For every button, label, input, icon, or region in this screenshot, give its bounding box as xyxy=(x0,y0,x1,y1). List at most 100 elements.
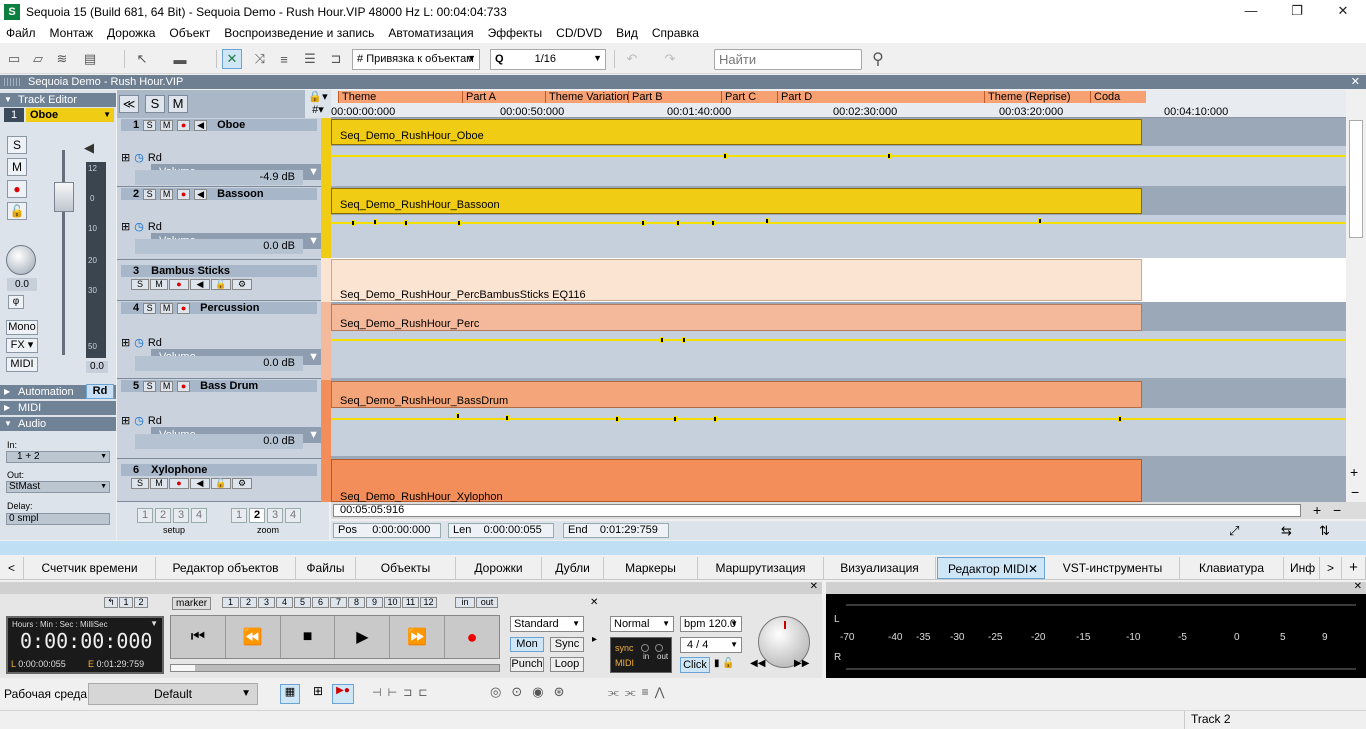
marker-part-a[interactable]: Part A xyxy=(462,91,545,103)
volume-automation-lane[interactable] xyxy=(331,408,1346,456)
tab-time-counter[interactable]: Счетчик времени xyxy=(24,557,156,579)
crossfade-icon[interactable]: ⤨ xyxy=(250,49,270,69)
close-small-icon[interactable]: ✕ xyxy=(590,597,598,608)
horizontal-scrollbar[interactable]: 00:05:05:916 + − xyxy=(331,502,1366,519)
metronome-icons[interactable]: ▮ 🔓 xyxy=(714,658,735,669)
in-button[interactable]: in xyxy=(455,597,475,608)
lane-percussion[interactable]: Seq_Demo_RushHour_Perc xyxy=(331,303,1346,331)
zoom-1[interactable]: 1 xyxy=(231,508,247,523)
rewind-icon[interactable]: ⏪ xyxy=(226,616,281,658)
tabs-left-icon[interactable]: < xyxy=(0,557,24,579)
setup-1[interactable]: 1 xyxy=(137,508,153,523)
end-field[interactable]: End 0:01:29:759 xyxy=(563,523,669,538)
lane-bass-drum[interactable]: Seq_Demo_RushHour_BassDrum xyxy=(331,380,1346,408)
mon-button[interactable]: Mon xyxy=(510,637,544,652)
layout-icon[interactable]: ▦ xyxy=(280,684,300,704)
track-editor-header[interactable]: Track Editor xyxy=(0,93,116,107)
punch-button[interactable]: Punch xyxy=(510,657,544,672)
tabs-right-icon[interactable]: > xyxy=(1320,557,1342,579)
volume-db-value[interactable]: 0.0 dB xyxy=(135,356,303,371)
auto-icon[interactable]: ◷ xyxy=(134,221,144,233)
menu-effects[interactable]: Эффекты xyxy=(488,26,543,40)
marker-coda[interactable]: Coda xyxy=(1090,91,1146,103)
redo-icon[interactable]: ↷ xyxy=(660,49,680,69)
close-button[interactable]: ✕ xyxy=(1320,0,1366,23)
envelope-point[interactable] xyxy=(887,153,891,159)
expand-icon[interactable]: ⊞ xyxy=(121,221,130,233)
audio-clip[interactable]: Seq_Demo_RushHour_Perc xyxy=(331,304,1142,331)
time-signature-select[interactable]: 4 / 4 ▼ xyxy=(680,637,742,653)
close-project-icon[interactable]: ✕ xyxy=(1351,75,1360,89)
envelope-point[interactable] xyxy=(404,220,408,226)
tab-keyboard[interactable]: Клавиатура xyxy=(1180,557,1284,579)
sync-button[interactable]: Sync xyxy=(550,637,584,652)
pan-knob[interactable] xyxy=(6,245,36,275)
stop-icon[interactable]: ■ xyxy=(281,616,336,658)
marker-part-c[interactable]: Part C xyxy=(721,91,777,103)
audio-header[interactable]: Audio xyxy=(0,417,116,431)
menu-view[interactable]: Вид xyxy=(616,26,638,40)
global-mute-button[interactable]: M xyxy=(168,95,188,113)
magnet-icon[interactable]: ⊐ xyxy=(326,49,346,69)
envelope-point[interactable] xyxy=(351,220,355,226)
arrangement-lanes[interactable]: Seq_Demo_RushHour_Oboe Seq_Demo_RushHour… xyxy=(331,118,1346,502)
pos-field[interactable]: Pos 0:00:00:000 xyxy=(333,523,441,538)
auto-icon[interactable]: ◷ xyxy=(134,152,144,164)
vertical-scrollbar[interactable]: + − xyxy=(1347,118,1366,502)
workspace-select[interactable]: Default ▼ xyxy=(88,683,258,705)
auto-icon[interactable]: ◷ xyxy=(134,337,144,349)
len-field[interactable]: Len 0:00:00:055 xyxy=(448,523,554,538)
setup-2[interactable]: 2 xyxy=(155,508,171,523)
lane-bassoon[interactable]: Seq_Demo_RushHour_Bassoon xyxy=(331,187,1346,215)
track-row-bass-drum[interactable]: 5SM●Bass Drum ⊞◷RdVolume▼ 0.0 dB xyxy=(117,379,323,459)
h-zoom-in-icon[interactable]: + xyxy=(1313,502,1321,518)
setup-3[interactable]: 3 xyxy=(173,508,189,523)
menu-edit[interactable]: Монтаж xyxy=(50,26,94,40)
audio-file-icon[interactable]: ≋ xyxy=(52,49,72,69)
envelope-point[interactable] xyxy=(505,415,509,421)
snap-select[interactable]: # Привязка к объектам ▼ xyxy=(352,49,480,70)
envelope-point[interactable] xyxy=(457,220,461,226)
audio-clip[interactable]: Seq_Demo_RushHour_Oboe xyxy=(331,119,1142,145)
sync-indicator[interactable]: sync MIDI in out xyxy=(610,637,672,673)
grid-select[interactable]: Q 1/16 ▼ xyxy=(490,49,606,70)
play-mode-select[interactable]: Normal ▼ xyxy=(610,616,674,632)
expand-icon[interactable]: ⊞ xyxy=(121,152,130,164)
grip-icon[interactable] xyxy=(4,78,22,86)
tab-object-editor[interactable]: Редактор объектов xyxy=(156,557,296,579)
swap-vertical-icon[interactable]: ⇅ xyxy=(1319,523,1330,539)
menu-playback[interactable]: Воспроизведение и запись xyxy=(224,26,374,40)
record-icon[interactable]: ● xyxy=(445,616,499,658)
envelope-point[interactable] xyxy=(1038,218,1042,224)
time-counter[interactable]: Hours : Min : Sec : MilliSec ▼ 0:00:00:0… xyxy=(6,616,164,674)
tab-midi-editor[interactable]: Редактор MIDI ✕ xyxy=(937,557,1045,579)
click-button[interactable]: Click xyxy=(680,657,710,673)
audio-clip[interactable]: Seq_Demo_RushHour_Xylophon xyxy=(331,459,1142,502)
edit-tools-icons[interactable]: ⊣⊢⊐⊏ xyxy=(372,686,434,699)
expand-icon[interactable]: ⊞ xyxy=(121,337,130,349)
mono-button[interactable]: Mono xyxy=(6,320,38,335)
solo-button[interactable]: S xyxy=(7,136,27,154)
volume-automation-lane[interactable] xyxy=(331,215,1346,258)
maximize-button[interactable]: ❐ xyxy=(1274,0,1320,23)
tab-tracks[interactable]: Дорожки xyxy=(456,557,542,579)
position-slider[interactable] xyxy=(170,664,500,672)
fast-forward-icon[interactable]: ⏩ xyxy=(390,616,446,658)
lane-oboe[interactable]: Seq_Demo_RushHour_Oboe xyxy=(331,118,1346,145)
zoom-in-icon[interactable]: + xyxy=(1350,464,1358,480)
auto-icon[interactable]: ◷ xyxy=(134,415,144,427)
save-icon[interactable]: ▤ xyxy=(80,49,100,69)
mix-tool-icon[interactable]: ✕ xyxy=(222,49,242,69)
tab-takes[interactable]: Дубли xyxy=(542,557,604,579)
lane-xylophone[interactable]: Seq_Demo_RushHour_Xylophon xyxy=(331,458,1346,502)
envelope-point[interactable] xyxy=(615,416,619,422)
record-button[interactable]: ● xyxy=(7,180,27,198)
new-file-icon[interactable]: ▭ xyxy=(4,49,24,69)
undo-icon[interactable]: ↶ xyxy=(622,49,642,69)
zoom-4[interactable]: 4 xyxy=(285,508,301,523)
shuttle-left-icon[interactable]: ◀◀ xyxy=(750,658,765,669)
output-select[interactable]: StMast ▼ xyxy=(6,481,110,493)
grid-view-icon[interactable]: ⊞ xyxy=(308,684,328,704)
midi-button[interactable]: MIDI xyxy=(6,357,38,372)
phase-icon[interactable]: φ xyxy=(8,295,24,309)
